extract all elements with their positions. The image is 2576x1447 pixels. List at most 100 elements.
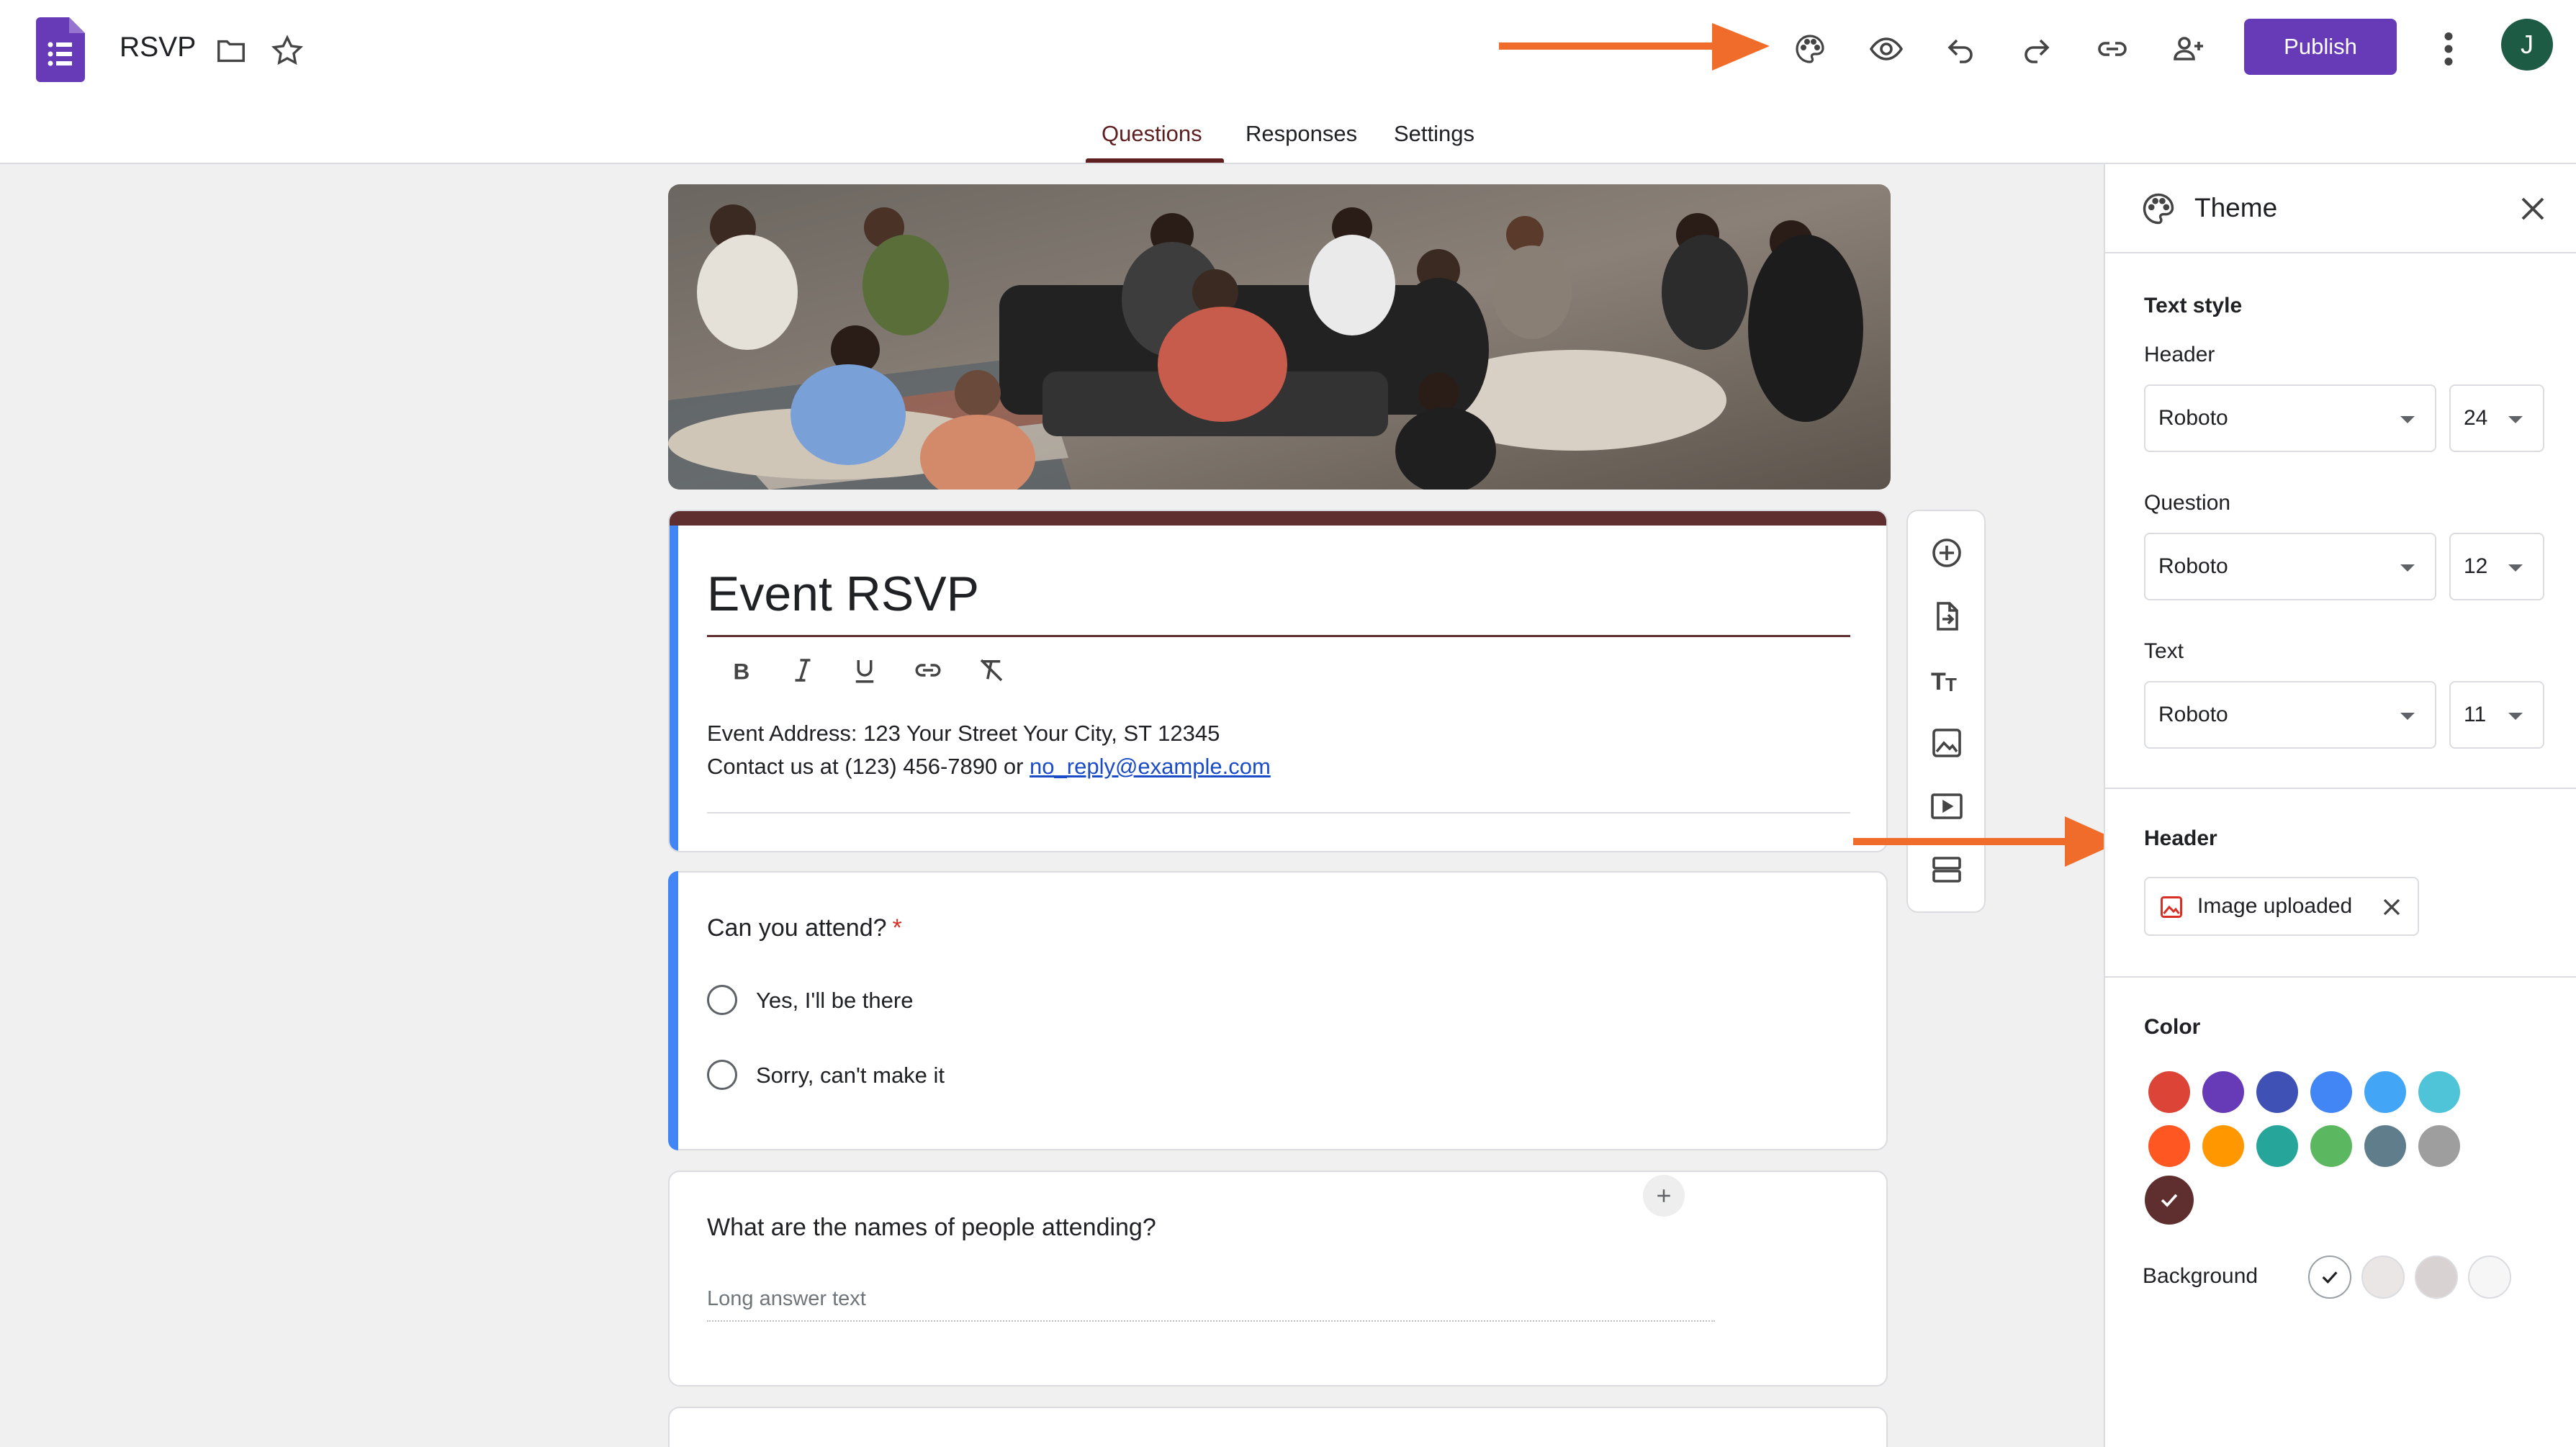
add-image-icon[interactable] bbox=[1927, 723, 1967, 763]
form-description[interactable]: Event Address: 123 Your Street Your City… bbox=[707, 717, 1271, 783]
add-collaborator-icon[interactable] bbox=[2167, 27, 2210, 71]
close-icon[interactable] bbox=[2516, 191, 2550, 226]
form-title-card[interactable]: Event RSVP B Event Address: 123 Your Str… bbox=[668, 510, 1888, 852]
header-font-value: Roboto bbox=[2158, 406, 2228, 430]
header-image-chip[interactable]: Image uploaded bbox=[2144, 877, 2419, 936]
background-label: Background bbox=[2143, 1264, 2258, 1288]
more-vert-icon[interactable] bbox=[2431, 27, 2467, 71]
question-title: What are the names of people attending? bbox=[707, 1214, 1156, 1241]
text-size-select[interactable]: 11 bbox=[2449, 681, 2544, 749]
text-size-value: 11 bbox=[2464, 703, 2487, 726]
underline-icon[interactable] bbox=[847, 652, 883, 688]
question-card-attend[interactable]: Can you attend? * Yes, I'll be there Sorr… bbox=[668, 871, 1888, 1150]
question-size-select[interactable]: 12 bbox=[2449, 533, 2544, 600]
forms-logo-icon[interactable] bbox=[36, 17, 85, 82]
color-swatch[interactable] bbox=[2256, 1125, 2298, 1167]
question-card-names[interactable]: What are the names of people attending? … bbox=[668, 1171, 1888, 1387]
text-font-value: Roboto bbox=[2158, 703, 2228, 726]
header-font-select[interactable]: Roboto bbox=[2144, 384, 2436, 452]
remove-image-icon[interactable] bbox=[2377, 893, 2406, 921]
theme-panel-title: Theme bbox=[2194, 193, 2278, 222]
chevron-down-icon bbox=[2508, 416, 2523, 423]
document-title[interactable]: RSVP bbox=[120, 32, 196, 63]
color-swatch[interactable] bbox=[2202, 1071, 2244, 1113]
option-label-yes: Yes, I'll be there bbox=[756, 988, 914, 1013]
color-swatch[interactable] bbox=[2418, 1125, 2460, 1167]
svg-text:B: B bbox=[734, 658, 750, 684]
top-app-bar: RSVP Publish J Questions Responses Setti… bbox=[0, 0, 2576, 164]
description-underline bbox=[707, 812, 1850, 813]
color-heading: Color bbox=[2144, 1015, 2201, 1039]
text-font-label: Text bbox=[2144, 639, 2184, 663]
clear-formatting-icon[interactable] bbox=[973, 652, 1009, 688]
title-input-underline bbox=[707, 635, 1850, 637]
form-tabs: Questions Responses Settings bbox=[0, 115, 2576, 164]
color-swatch[interactable] bbox=[2310, 1125, 2352, 1167]
text-font-select[interactable]: Roboto bbox=[2144, 681, 2436, 749]
color-swatch[interactable] bbox=[2256, 1071, 2298, 1113]
color-swatch[interactable] bbox=[2148, 1071, 2190, 1113]
chevron-down-icon bbox=[2508, 713, 2523, 720]
color-swatch[interactable] bbox=[2148, 1125, 2190, 1167]
long-answer-placeholder: Long answer text bbox=[707, 1287, 866, 1310]
header-image bbox=[668, 184, 1891, 490]
folder-icon[interactable] bbox=[213, 35, 249, 68]
contact-email-link[interactable]: no_reply@example.com bbox=[1030, 754, 1271, 779]
radio-option-no[interactable] bbox=[707, 1060, 737, 1090]
import-questions-icon[interactable] bbox=[1927, 596, 1967, 636]
question-size-value: 12 bbox=[2464, 554, 2488, 578]
description-address: Event Address: 123 Your Street Your City… bbox=[707, 721, 1220, 746]
bold-icon[interactable]: B bbox=[723, 652, 759, 688]
add-title-icon[interactable]: TT bbox=[1927, 659, 1967, 700]
form-title[interactable]: Event RSVP bbox=[707, 566, 979, 622]
annotation-arrow-top bbox=[1499, 23, 1770, 71]
color-swatch[interactable] bbox=[2310, 1071, 2352, 1113]
link-icon[interactable] bbox=[2091, 27, 2134, 71]
header-size-value: 24 bbox=[2464, 406, 2488, 430]
question-font-select[interactable]: Roboto bbox=[2144, 533, 2436, 600]
palette-icon bbox=[2143, 193, 2174, 225]
question-title: Can you attend? * bbox=[707, 914, 902, 942]
palette-icon[interactable] bbox=[1788, 27, 1832, 71]
tab-questions[interactable]: Questions bbox=[1102, 121, 1202, 147]
color-swatch[interactable] bbox=[2364, 1071, 2406, 1113]
background-swatch[interactable] bbox=[2308, 1256, 2351, 1299]
add-question-icon[interactable] bbox=[1927, 533, 1967, 573]
background-swatch[interactable] bbox=[2415, 1256, 2458, 1299]
redo-icon[interactable] bbox=[2014, 27, 2058, 71]
star-icon[interactable] bbox=[269, 33, 305, 69]
section-divider bbox=[2105, 976, 2576, 978]
question-font-value: Roboto bbox=[2158, 554, 2228, 578]
text-style-heading: Text style bbox=[2144, 294, 2243, 317]
image-icon bbox=[2161, 896, 2182, 918]
publish-button[interactable]: Publish bbox=[2244, 19, 2397, 75]
preview-icon[interactable] bbox=[1865, 27, 1908, 71]
color-swatch[interactable] bbox=[2202, 1125, 2244, 1167]
required-asterisk: * bbox=[892, 914, 902, 942]
tab-responses[interactable]: Responses bbox=[1246, 121, 1357, 147]
check-icon bbox=[2161, 1194, 2178, 1207]
radio-option-yes[interactable] bbox=[707, 985, 737, 1015]
undo-icon[interactable] bbox=[1940, 27, 1983, 71]
color-swatch[interactable] bbox=[2418, 1071, 2460, 1113]
annotation-arrow-header bbox=[1853, 816, 2121, 867]
avatar[interactable]: J bbox=[2501, 19, 2553, 71]
header-image-chip-label: Image uploaded bbox=[2197, 894, 2353, 918]
background-swatch[interactable] bbox=[2468, 1256, 2511, 1299]
tab-settings[interactable]: Settings bbox=[1394, 121, 1474, 147]
question-title-text: Can you attend? bbox=[707, 914, 887, 942]
theme-color-stripe bbox=[670, 511, 1886, 526]
chevron-down-icon bbox=[2508, 564, 2523, 572]
section-divider bbox=[2105, 788, 2576, 789]
header-image-heading: Header bbox=[2144, 826, 2217, 850]
background-swatch[interactable] bbox=[2361, 1256, 2405, 1299]
header-font-label: Header bbox=[2144, 343, 2215, 366]
header-size-select[interactable]: 24 bbox=[2449, 384, 2544, 452]
italic-icon[interactable] bbox=[785, 652, 821, 688]
insert-link-icon[interactable] bbox=[910, 652, 946, 688]
color-swatch[interactable] bbox=[2145, 1176, 2194, 1225]
add-custom-color-button[interactable] bbox=[1643, 1175, 1685, 1217]
question-card-partial[interactable] bbox=[668, 1407, 1888, 1447]
chevron-down-icon bbox=[2400, 564, 2415, 572]
color-swatch[interactable] bbox=[2364, 1125, 2406, 1167]
